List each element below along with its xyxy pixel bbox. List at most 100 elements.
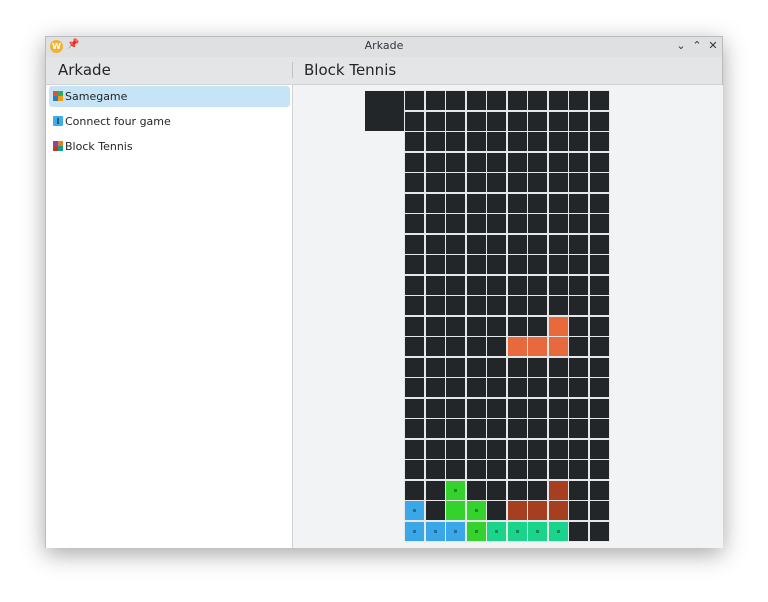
board-cell xyxy=(446,234,465,254)
board-cell xyxy=(528,439,547,459)
board-cell xyxy=(569,173,588,192)
board-block xyxy=(425,521,445,541)
board-cell xyxy=(405,378,424,397)
board-cell xyxy=(425,439,445,459)
board-cell xyxy=(507,460,527,479)
board-cell xyxy=(548,234,568,254)
board-cell xyxy=(446,296,465,315)
board-cell xyxy=(425,460,445,479)
maximize-button[interactable]: ⌃ xyxy=(690,39,704,53)
game-area xyxy=(293,85,723,548)
board-cell xyxy=(487,296,506,315)
sidebar-item-block-tennis[interactable]: Block Tennis xyxy=(49,136,290,157)
board-cell xyxy=(507,296,527,315)
board-cell xyxy=(507,111,527,131)
board-cell xyxy=(446,173,465,192)
board-cell xyxy=(446,378,465,397)
board-cell xyxy=(466,193,486,213)
board-cell xyxy=(569,255,588,274)
board-cell xyxy=(528,132,547,151)
board-cell xyxy=(548,111,568,131)
board-block xyxy=(548,480,568,500)
board-cell xyxy=(446,439,465,459)
board-cell xyxy=(487,152,506,172)
board-cell xyxy=(528,234,547,254)
board-block xyxy=(528,521,547,541)
board-cell xyxy=(466,398,486,418)
board-cell xyxy=(528,296,547,315)
board-cell xyxy=(528,173,547,192)
board-block xyxy=(548,316,568,336)
board-cell xyxy=(425,316,445,336)
block-dot xyxy=(474,509,478,512)
block-dot xyxy=(536,529,539,533)
board-cell xyxy=(405,337,424,356)
board-cell xyxy=(589,501,609,520)
page-header: Arkade Block Tennis xyxy=(46,57,722,85)
minimize-button[interactable]: ⌄ xyxy=(674,39,688,53)
board-cell xyxy=(548,439,568,459)
board-cell xyxy=(446,214,465,233)
board-block xyxy=(548,337,568,356)
board-cell xyxy=(528,398,547,418)
board-cell xyxy=(507,316,527,336)
board-cell xyxy=(405,152,424,172)
board-cell xyxy=(569,337,588,356)
board-cell xyxy=(487,91,506,110)
board-cell xyxy=(507,193,527,213)
board-cell xyxy=(589,91,609,110)
board-block xyxy=(466,521,486,541)
board-cell xyxy=(589,193,609,213)
board-cell xyxy=(487,214,506,233)
board-cell xyxy=(569,111,588,131)
board-cell xyxy=(507,419,527,438)
board-cell xyxy=(569,316,588,336)
block-dot xyxy=(515,529,519,533)
board-cell xyxy=(528,193,547,213)
board-cell xyxy=(569,193,588,213)
board-cell xyxy=(548,152,568,172)
board-cell xyxy=(446,111,465,131)
board-cell xyxy=(569,460,588,479)
board-cell xyxy=(548,255,568,274)
board-cell xyxy=(466,91,486,110)
board-cell xyxy=(548,398,568,418)
sidebar-title: Arkade xyxy=(58,61,111,79)
board-cell xyxy=(466,152,486,172)
board-cell xyxy=(425,419,445,438)
sidebar-item-samegame[interactable]: Samegame xyxy=(49,86,290,107)
board-cell xyxy=(507,91,527,110)
sidebar-item-connect-four[interactable]: Connect four game xyxy=(49,111,290,132)
board-cell xyxy=(528,152,547,172)
board-cell xyxy=(487,132,506,151)
board-cell xyxy=(589,439,609,459)
board-cell xyxy=(528,91,547,110)
board-cell xyxy=(425,337,445,356)
board-cell xyxy=(446,398,465,418)
board-cell xyxy=(569,378,588,397)
board-cell xyxy=(425,91,445,110)
board-cell xyxy=(569,91,588,110)
board-block xyxy=(446,521,465,541)
block-dot xyxy=(413,509,416,512)
board-cell xyxy=(548,214,568,233)
board-cell xyxy=(589,234,609,254)
title-bar[interactable]: W 📌 Arkade ⌄ ⌃ ✕ xyxy=(46,37,722,58)
board-cell xyxy=(446,255,465,274)
board-block xyxy=(405,501,424,520)
board-cell xyxy=(487,193,506,213)
close-button[interactable]: ✕ xyxy=(706,39,720,53)
board-cell xyxy=(569,480,588,500)
board-cell xyxy=(466,378,486,397)
page-title: Block Tennis xyxy=(304,61,397,79)
board-cell xyxy=(569,398,588,418)
board-cell xyxy=(548,91,568,110)
board-cell xyxy=(446,152,465,172)
board-cell xyxy=(405,255,424,274)
board-cell xyxy=(405,480,424,500)
board-cell xyxy=(446,275,465,295)
board-cell xyxy=(466,173,486,192)
board-cell xyxy=(405,296,424,315)
board-cell xyxy=(446,419,465,438)
board-cell xyxy=(425,398,445,418)
